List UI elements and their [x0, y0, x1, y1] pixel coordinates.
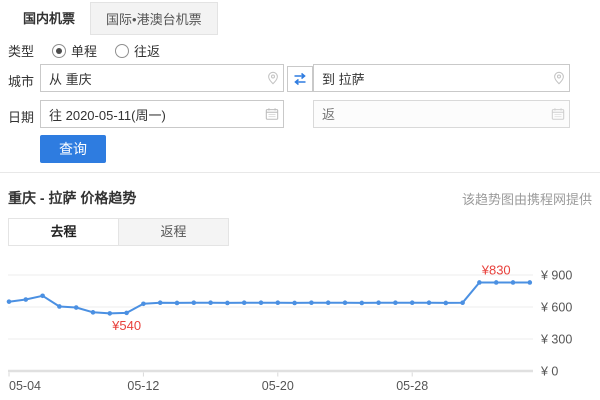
- data-point: [292, 300, 297, 306]
- data-point: [107, 311, 113, 316]
- data-point: [275, 300, 281, 306]
- trip-type-label: 类型: [8, 44, 35, 59]
- roundtrip-radio[interactable]: [115, 43, 130, 58]
- oneway-radio[interactable]: [52, 43, 66, 58]
- data-point: [258, 300, 264, 306]
- data-point: [527, 280, 533, 285]
- data-point: [191, 300, 197, 306]
- search-button[interactable]: 查询: [40, 135, 106, 163]
- trend-title: 重庆 - 拉萨 价格趋势: [8, 190, 137, 206]
- price-trend-chart-container: ¥ 900 ¥ 600 ¥ 300 ¥ 0 05-04 05-12 05-20 05-28 ¥5…: [0, 253, 600, 400]
- radio-selected-dot: [56, 47, 62, 54]
- data-point: [40, 293, 45, 299]
- data-point: [57, 304, 62, 309]
- tab-domestic-flights[interactable]: 国内机票: [8, 2, 91, 35]
- flight-type-tabs: 国内机票 国际•港澳台机票: [8, 2, 218, 35]
- data-point: [325, 300, 331, 306]
- data-point: [460, 300, 465, 306]
- data-point: [376, 300, 381, 306]
- data-point: [342, 300, 348, 306]
- trip-type-radio-group: 单程 往返: [52, 41, 178, 60]
- trend-source-note: 该趋势图由携程网提供: [461, 192, 592, 207]
- tab-outbound[interactable]: 去程: [9, 219, 118, 245]
- data-point: [309, 300, 314, 306]
- to-city-input[interactable]: [313, 64, 570, 92]
- data-point: [208, 300, 213, 306]
- data-point: [73, 305, 79, 310]
- data-point: [174, 300, 180, 306]
- data-point: [90, 310, 96, 315]
- data-point: [510, 280, 516, 285]
- y-tick-label: ¥ 300: [540, 333, 572, 347]
- roundtrip-label[interactable]: 往返: [134, 41, 160, 60]
- swap-cities-button[interactable]: [287, 66, 313, 92]
- y-tick-label: ¥ 0: [540, 365, 558, 379]
- y-tick-label: ¥ 600: [540, 301, 572, 315]
- data-point: [477, 280, 482, 285]
- data-point: [141, 301, 146, 307]
- section-divider: [0, 172, 600, 173]
- data-point: [393, 300, 398, 306]
- x-tick-label: 05-04: [9, 379, 41, 393]
- return-date-input[interactable]: [313, 100, 570, 128]
- price-annotation: ¥830: [481, 262, 511, 277]
- data-point: [23, 297, 29, 302]
- flight-search-page: 国内机票 国际•港澳台机票 类型 单程 往返 城市 日期: [0, 0, 600, 400]
- data-point: [426, 300, 432, 306]
- price-line: [8, 281, 531, 315]
- x-tick-label: 05-12: [127, 379, 159, 393]
- data-point: [443, 300, 449, 306]
- depart-date-input[interactable]: [40, 100, 284, 128]
- date-label: 日期: [8, 110, 35, 125]
- swap-arrows-icon: [294, 72, 306, 86]
- city-label: 城市: [8, 74, 35, 89]
- price-trend-chart: ¥ 900 ¥ 600 ¥ 300 ¥ 0 05-04 05-12 05-20 05-28 ¥5…: [6, 262, 572, 393]
- data-point: [409, 300, 415, 306]
- data-point: [225, 300, 230, 306]
- data-point: [157, 300, 163, 306]
- x-tick-label: 05-28: [396, 379, 428, 393]
- data-point: [241, 300, 247, 306]
- trend-direction-tabs: 去程 返程: [8, 218, 229, 246]
- x-tick-label: 05-20: [262, 379, 294, 393]
- data-point: [6, 299, 12, 304]
- price-annotation: ¥540: [111, 318, 141, 333]
- oneway-label[interactable]: 单程: [71, 41, 97, 60]
- from-city-input[interactable]: [40, 64, 284, 92]
- data-point: [493, 280, 499, 285]
- data-point: [124, 310, 129, 316]
- tab-return[interactable]: 返程: [118, 219, 228, 245]
- data-point: [359, 300, 365, 306]
- tab-international-flights[interactable]: 国际•港澳台机票: [90, 2, 218, 35]
- y-tick-label: ¥ 900: [540, 269, 572, 283]
